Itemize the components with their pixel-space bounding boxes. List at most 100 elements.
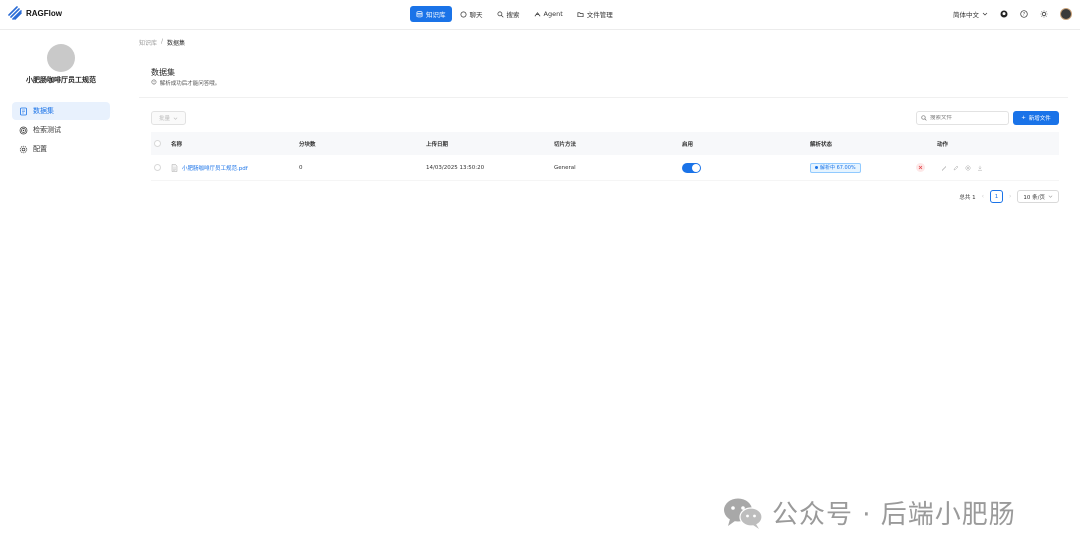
- table-header: 名称 分块数 上传日期 切片方法 启用 解析状态 动作: [151, 132, 1059, 155]
- rename-pen-icon[interactable]: [953, 165, 959, 171]
- breadcrumb: 知识库 / 数据集: [139, 38, 185, 47]
- prev-page-icon[interactable]: ‹: [982, 193, 984, 200]
- header-actions: 动作: [937, 141, 949, 148]
- watermark-text: 公众号 · 后端小肥肠: [772, 500, 1016, 530]
- chat-icon: [460, 11, 466, 17]
- edit-tool-icon[interactable]: [941, 165, 947, 171]
- sidebar-menu: 数据集 检索测试 配置: [12, 102, 110, 159]
- file-search-box[interactable]: [916, 111, 1009, 125]
- file-name-link[interactable]: 小肥肠咖啡厅员工规范.pdf: [171, 155, 248, 180]
- search-icon: [497, 11, 504, 18]
- sidebar-item-retrieval-test[interactable]: 检索测试: [12, 121, 110, 139]
- wechat-icon: [724, 498, 763, 529]
- sidebar-item-dataset[interactable]: 数据集: [12, 102, 110, 120]
- github-icon[interactable]: [1000, 10, 1008, 18]
- dataset-icon: [20, 107, 27, 115]
- parse-status-text: 解析中 67.00%: [820, 165, 856, 171]
- page-subtitle-text: 解析成功后才能问答哦。: [159, 81, 221, 87]
- sidebar: 小肥肠咖啡厅员工规范 数据集 检索测试 配置: [0, 31, 122, 554]
- row-checkbox-cell: [154, 155, 161, 180]
- chunk-method: General: [554, 164, 576, 171]
- smile-emoji-icon: 😊: [151, 80, 157, 86]
- breadcrumb-root[interactable]: 知识库: [139, 38, 157, 47]
- knowledge-base-name: 小肥肠咖啡厅员工规范: [26, 76, 96, 84]
- help-icon[interactable]: ?: [1020, 10, 1028, 18]
- sidebar-item-label: 检索测试: [33, 126, 61, 134]
- sidebar-item-label: 数据集: [33, 107, 54, 115]
- header-name[interactable]: 名称: [171, 132, 182, 155]
- knowledge-base-avatar: [47, 44, 75, 72]
- add-file-button[interactable]: + 新增文件: [1013, 111, 1059, 125]
- page-title: 数据集: [151, 68, 175, 77]
- pagination: 总共 1 ‹ 1 › 10 条/页: [959, 190, 1059, 203]
- file-name: 小肥肠咖啡厅员工规范.pdf: [182, 165, 248, 172]
- close-icon: [918, 165, 923, 170]
- nav-label: 搜索: [506, 11, 520, 19]
- enable-toggle[interactable]: [682, 162, 701, 173]
- nav-knowledge-base[interactable]: 知识库: [410, 6, 452, 22]
- nav-chat[interactable]: 聊天: [454, 6, 489, 22]
- status-badge: 解析中 67.00%: [810, 162, 861, 173]
- chevron-down-icon: [1048, 195, 1053, 198]
- nav-search[interactable]: 搜索: [491, 6, 526, 22]
- plus-icon: +: [1021, 115, 1026, 121]
- nav-label: Agent: [543, 10, 563, 18]
- header-enabled: 启用: [682, 141, 694, 148]
- bulk-label: 批量: [158, 116, 170, 122]
- nav-file-management[interactable]: 文件管理: [571, 6, 619, 22]
- pdf-file-icon: [171, 163, 178, 172]
- language-selector[interactable]: 简体中文: [953, 9, 988, 19]
- stop-parse-cell: [916, 155, 925, 180]
- retrieval-icon: [19, 126, 28, 134]
- status-dot-icon: [815, 166, 818, 169]
- row-actions: [941, 155, 983, 180]
- sidebar-item-config[interactable]: 配置: [12, 140, 110, 158]
- ragflow-logo-icon: [8, 6, 22, 20]
- total-count: 总共 1: [959, 194, 976, 201]
- next-page-icon[interactable]: ›: [1009, 193, 1011, 200]
- page-number-current[interactable]: 1: [989, 190, 1003, 203]
- breadcrumb-separator: /: [161, 38, 164, 45]
- sidebar-item-label: 配置: [33, 145, 47, 153]
- page-subtitle: 😊 解析成功后才能问答哦。: [151, 79, 220, 87]
- header-upload-date[interactable]: 上传日期: [426, 132, 448, 155]
- enable-toggle-cell: [682, 155, 701, 180]
- header-parse-status: 解析状态: [810, 141, 833, 148]
- add-file-label: 新增文件: [1028, 116, 1051, 122]
- bulk-actions-button[interactable]: 批量: [151, 111, 186, 125]
- main-nav: 知识库 聊天 搜索 Agent 文件管理: [410, 6, 619, 22]
- select-all-checkbox[interactable]: [154, 140, 161, 147]
- watermark: 公众号 · 后端小肥肠: [722, 494, 1016, 531]
- search-icon: [921, 115, 927, 121]
- app-logo[interactable]: RAGFlow: [8, 6, 62, 20]
- page-size-select[interactable]: 10 条/页: [1017, 190, 1059, 203]
- app-name: RAGFlow: [26, 8, 62, 18]
- top-right-controls: 简体中文 ?: [953, 8, 1072, 20]
- row-checkbox[interactable]: [154, 164, 161, 171]
- upload-date: 14/03/2025 13:50:20: [426, 164, 485, 171]
- nav-label: 聊天: [469, 11, 483, 19]
- folder-icon: [577, 11, 584, 17]
- nav-label: 知识库: [426, 11, 446, 19]
- header-chunks[interactable]: 分块数: [299, 132, 316, 155]
- gear-icon: [19, 145, 28, 153]
- nav-label: 文件管理: [586, 11, 613, 19]
- settings-icon[interactable]: [965, 165, 971, 171]
- language-label: 简体中文: [953, 11, 979, 19]
- top-bar: RAGFlow 知识库 聊天 搜索 Agent 文件管理 简体中文 ?: [0, 0, 1080, 30]
- user-avatar[interactable]: [1060, 8, 1072, 20]
- agent-icon: [534, 11, 540, 16]
- search-input[interactable]: [930, 115, 1005, 121]
- parse-status-cell: 解析中 67.00%: [810, 155, 861, 180]
- nav-agent[interactable]: Agent: [528, 6, 569, 22]
- documents-table: 名称 分块数 上传日期 切片方法 启用 解析状态 动作 小肥肠咖啡厅员工规范.p…: [151, 132, 1059, 181]
- download-icon[interactable]: [977, 165, 983, 171]
- header-chunk-method: 切片方法: [554, 141, 577, 148]
- database-icon: [416, 10, 423, 17]
- chunk-count: 0: [299, 164, 303, 171]
- stop-parse-button[interactable]: [916, 163, 925, 172]
- header-divider: [139, 97, 1068, 98]
- chevron-down-icon: [173, 116, 178, 120]
- header-checkbox-cell: [154, 132, 161, 155]
- theme-toggle-icon[interactable]: [1040, 10, 1048, 18]
